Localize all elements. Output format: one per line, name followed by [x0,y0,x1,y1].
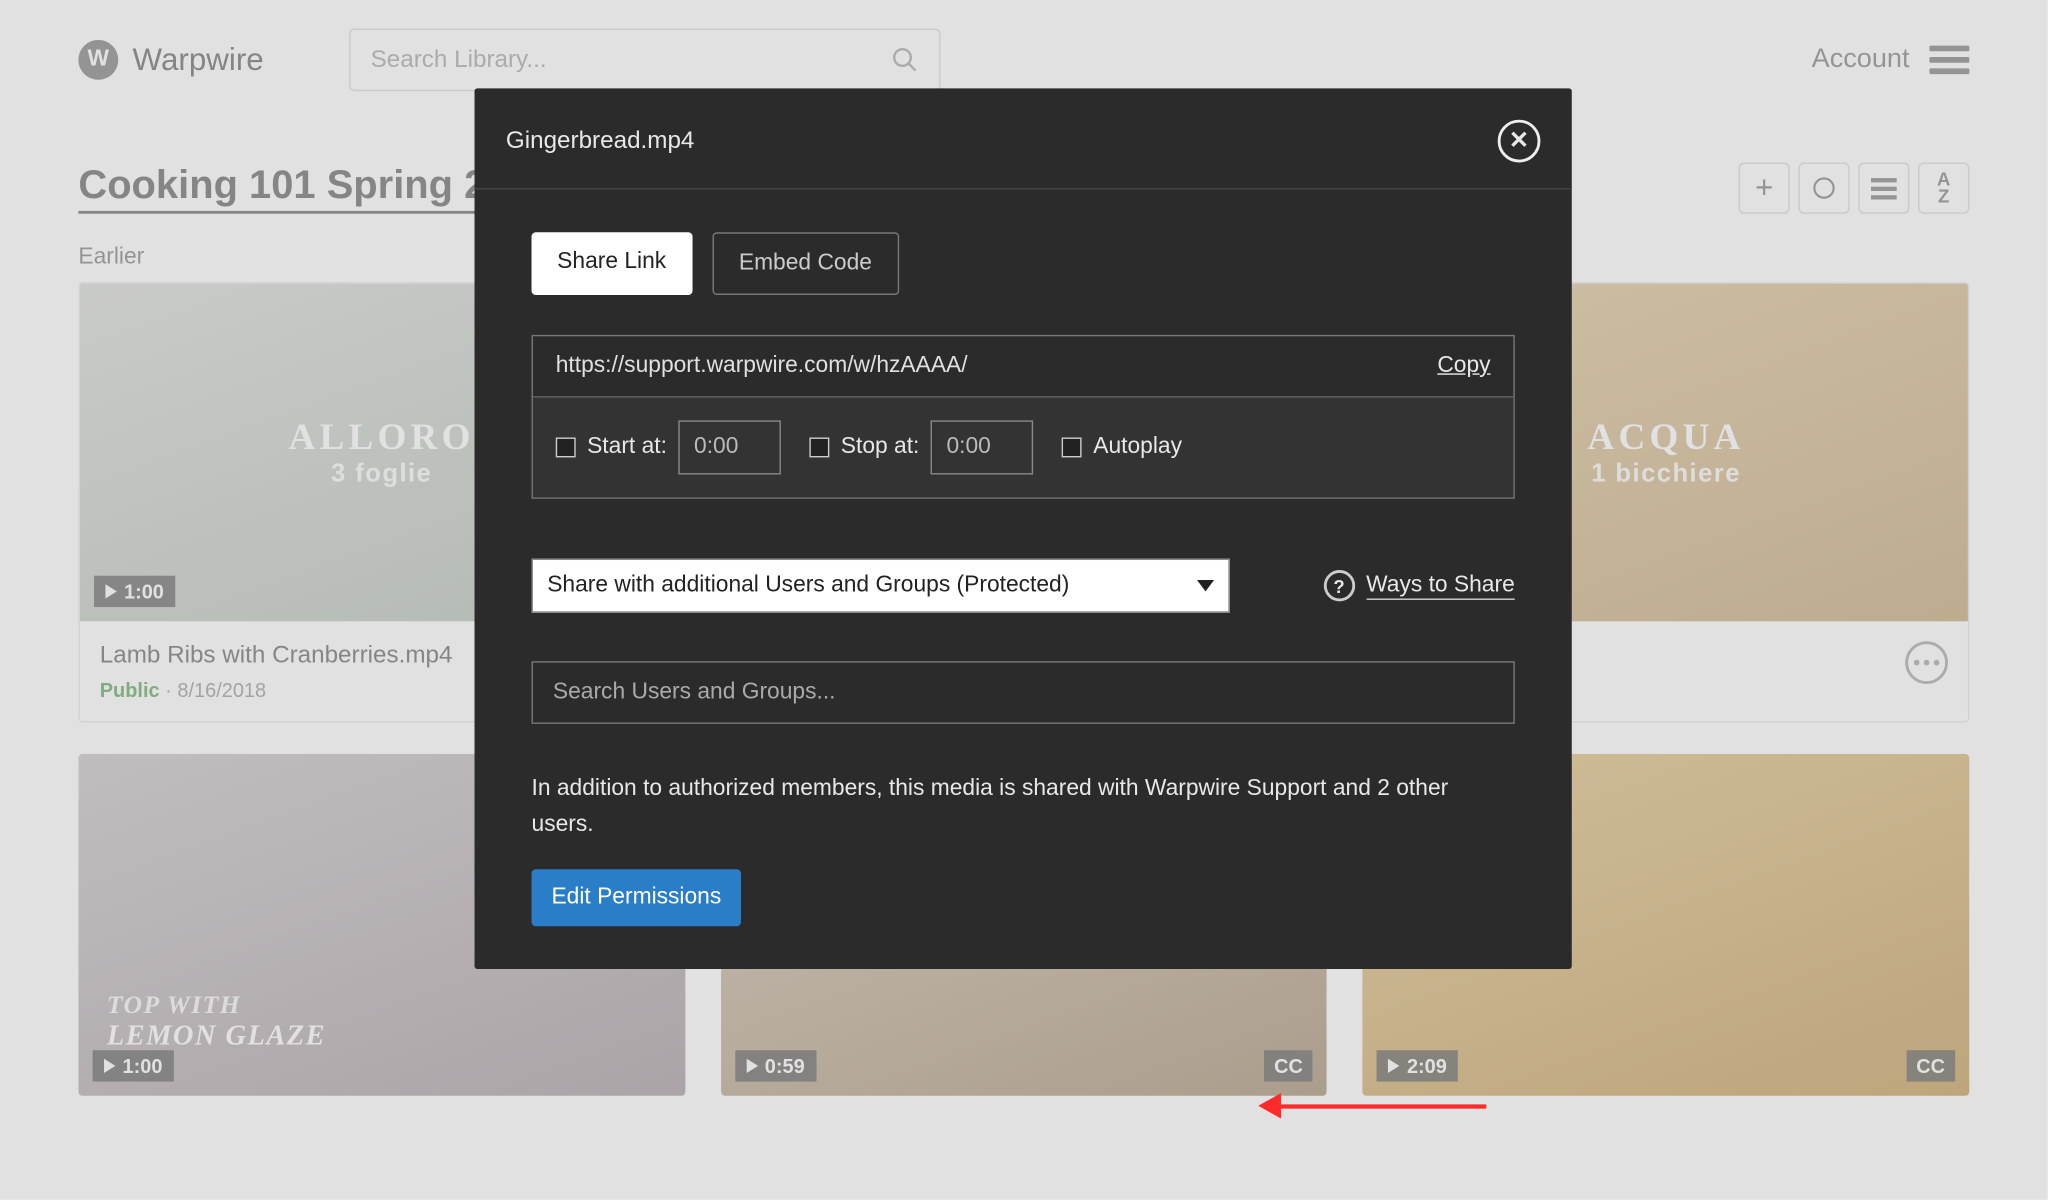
modal-title: Gingerbread.mp4 [506,127,695,156]
chevron-down-icon [1197,580,1214,591]
start-at-label: Start at: [587,435,667,461]
share-url[interactable]: https://support.warpwire.com/w/hzAAAA/ [556,353,1438,379]
share-modal: Gingerbread.mp4 ✕ Share Link Embed Code … [475,88,1572,968]
start-at-checkbox[interactable] [556,437,576,457]
tab-share-link[interactable]: Share Link [532,232,692,295]
close-icon: ✕ [1509,127,1529,156]
stop-at-checkbox[interactable] [809,437,829,457]
search-users-input[interactable]: Search Users and Groups... [532,661,1515,724]
autoplay-label: Autoplay [1093,435,1182,461]
share-scope-select[interactable]: Share with additional Users and Groups (… [532,559,1230,613]
ways-to-share-link[interactable]: ? Ways to Share [1323,570,1514,601]
tab-embed-code[interactable]: Embed Code [712,232,899,295]
close-button[interactable]: ✕ [1498,120,1541,163]
share-link-panel: https://support.warpwire.com/w/hzAAAA/ C… [532,335,1515,499]
stop-at-label: Stop at: [841,435,920,461]
help-icon: ? [1323,570,1354,601]
copy-link-button[interactable]: Copy [1437,353,1490,379]
autoplay-checkbox[interactable] [1062,437,1082,457]
edit-permissions-button[interactable]: Edit Permissions [532,869,742,926]
share-summary-text: In addition to authorized members, this … [532,772,1515,843]
start-at-input[interactable]: 0:00 [678,420,781,474]
stop-at-input[interactable]: 0:00 [931,420,1034,474]
